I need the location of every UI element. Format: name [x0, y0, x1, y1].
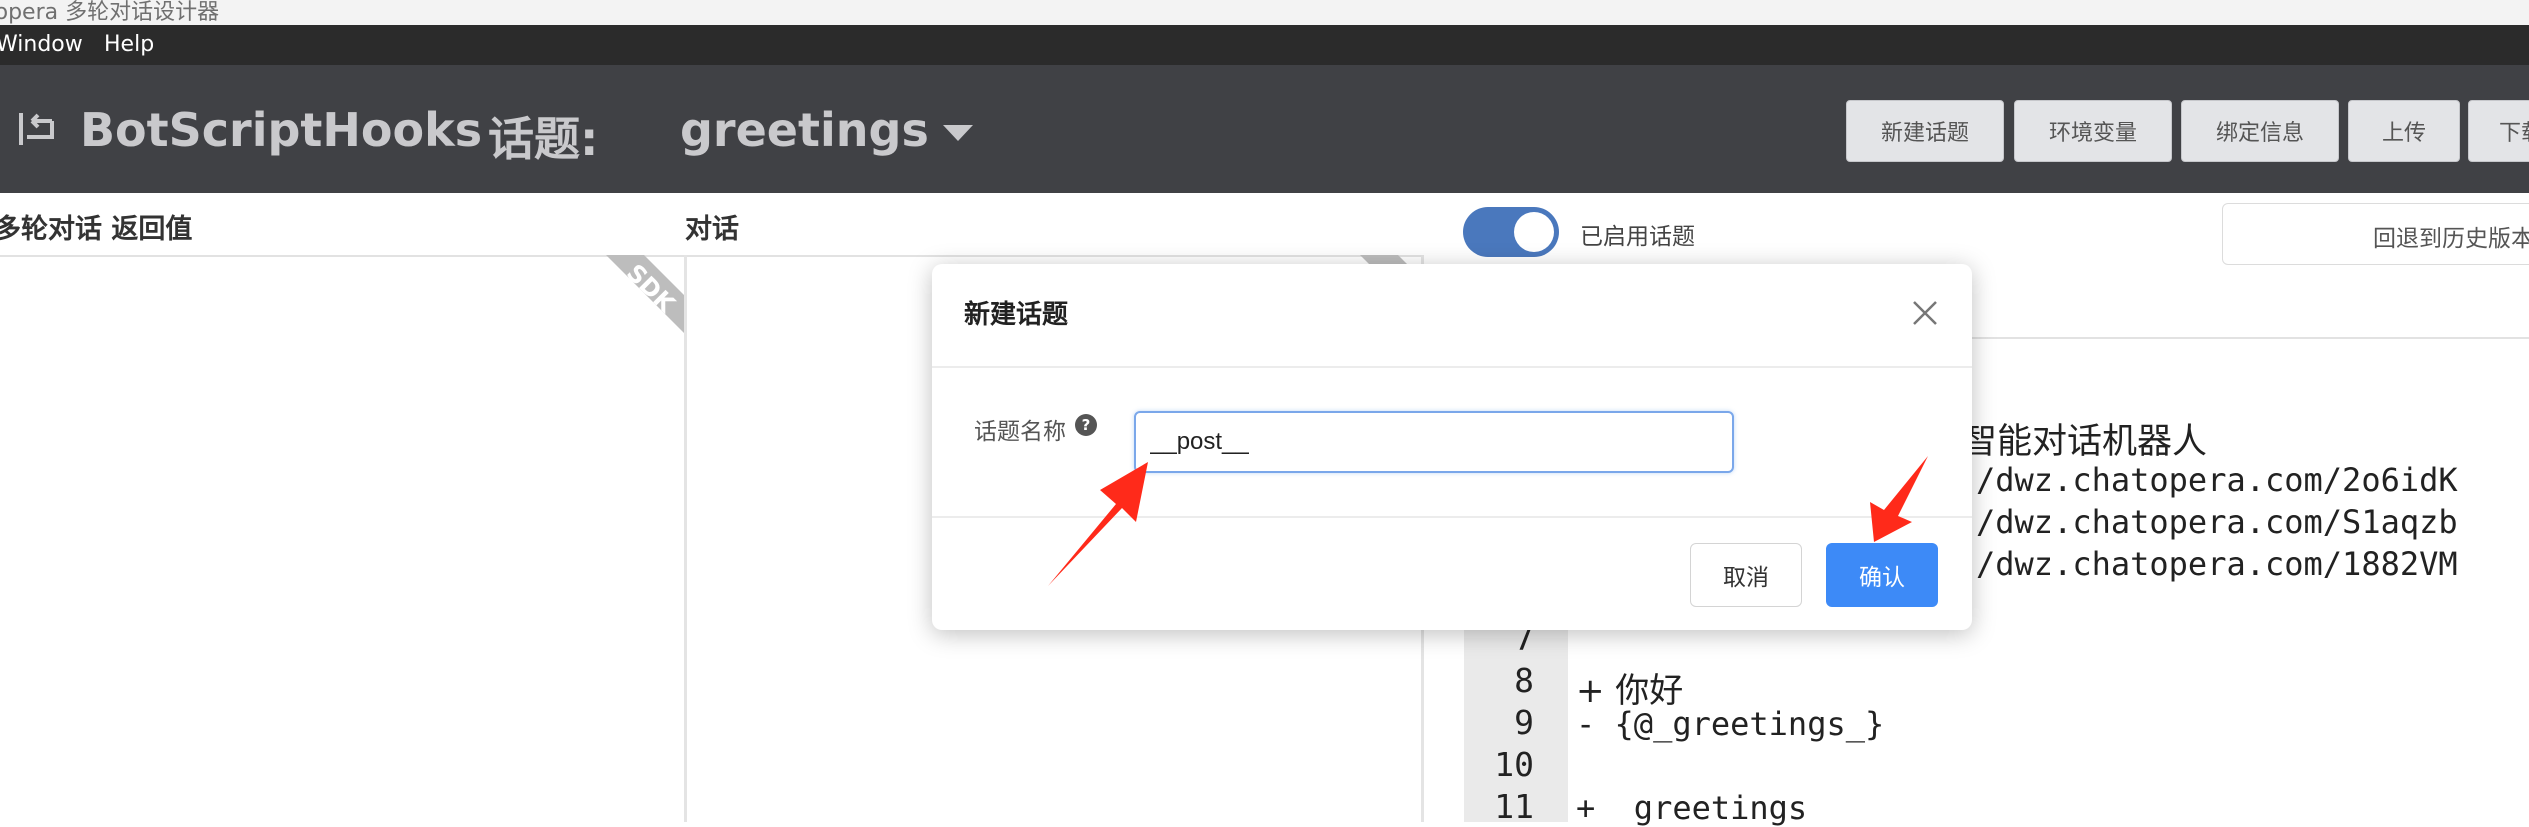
annotation-arrow	[1870, 456, 1928, 542]
new-topic-button[interactable]: 新建话题	[1846, 100, 2004, 162]
left-column-title: 多轮对话 返回值	[0, 214, 193, 245]
middle-column-title: 对话	[685, 214, 739, 245]
history-button-label: 回退到历史版本	[2373, 226, 2529, 252]
column-divider	[684, 255, 687, 822]
code-line[interactable]: - {@_greetings_}	[1576, 705, 1884, 743]
close-icon[interactable]	[1910, 298, 1940, 328]
annotation-arrow	[1048, 462, 1148, 586]
env-vars-button[interactable]: 环境变量	[2014, 100, 2172, 162]
menu-help[interactable]: Help	[104, 32, 154, 57]
bind-info-button[interactable]: 绑定信息	[2181, 100, 2339, 162]
back-icon[interactable]	[16, 111, 56, 147]
upload-button[interactable]: 上传	[2348, 100, 2460, 162]
dialog-title: 新建话题	[964, 300, 1069, 330]
menu-bar: Window Help	[0, 25, 2529, 65]
line-number: 9	[1514, 703, 1534, 742]
dialog-header-divider	[932, 366, 1972, 368]
code-line[interactable]: 智能对话机器人	[1962, 413, 2207, 464]
code-line[interactable]: /dwz.chatopera.com/S1aqzb	[1976, 503, 2458, 541]
topic-enabled-toggle[interactable]	[1463, 207, 1559, 257]
cancel-button[interactable]: 取消	[1690, 543, 1802, 607]
topic-name-input[interactable]	[1134, 411, 1734, 473]
topic-dropdown[interactable]: greetings	[680, 103, 973, 157]
code-line[interactable]: /dwz.chatopera.com/1882VM	[1976, 545, 2458, 583]
history-button[interactable]: 回退到历史版本	[2222, 203, 2529, 265]
sdk-ribbon: SDK	[606, 255, 684, 333]
question-circle-icon[interactable]: ?	[1075, 414, 1097, 436]
code-line[interactable]: + greetings	[1576, 789, 1807, 827]
line-number: 10	[1494, 745, 1534, 784]
menu-window[interactable]: Window	[0, 32, 83, 57]
column-header-divider	[0, 255, 1422, 257]
window-title: topera 多轮对话设计器	[0, 0, 220, 25]
line-number: 11	[1494, 787, 1534, 826]
window-titlebar: topera 多轮对话设计器	[0, 0, 2529, 25]
caret-down-icon	[942, 125, 973, 141]
app-name: BotScriptHooks	[80, 103, 483, 157]
toggle-knob	[1514, 212, 1554, 252]
topic-label: 话题:	[488, 112, 599, 166]
topic-dropdown-value: greetings	[680, 103, 929, 157]
topic-enabled-label: 已启用话题	[1580, 224, 1695, 250]
code-line[interactable]: /dwz.chatopera.com/2o6idK	[1976, 461, 2458, 499]
app-header: BotScriptHooks 话题: greetings 新建话题 环境变量 绑…	[0, 65, 2529, 193]
confirm-button[interactable]: 确认	[1826, 543, 1938, 607]
download-button[interactable]: 下载	[2468, 100, 2529, 162]
line-number: 8	[1514, 661, 1534, 700]
